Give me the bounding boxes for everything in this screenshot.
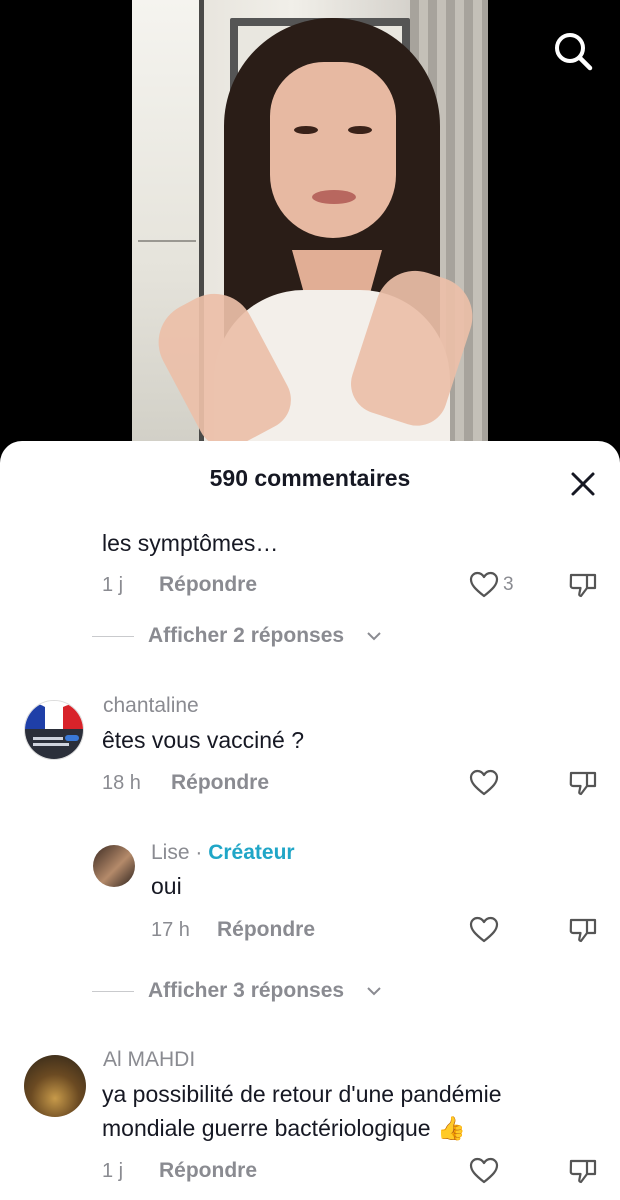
reply-username[interactable]: Lise bbox=[151, 841, 190, 864]
show-replies-button[interactable]: Afficher 3 réponses bbox=[92, 977, 392, 1007]
creator-badge: Créateur bbox=[208, 841, 295, 864]
like-count: 3 bbox=[503, 574, 514, 595]
comment-username[interactable]: chantaline bbox=[103, 693, 199, 719]
avatar[interactable] bbox=[24, 700, 84, 760]
thumbs-down-icon[interactable] bbox=[567, 1155, 599, 1187]
reply-button[interactable]: Répondre bbox=[171, 770, 269, 796]
comment-text-line: mondiale guerre bactériologique 👍 bbox=[102, 1115, 466, 1141]
reply-button[interactable]: Répondre bbox=[159, 572, 257, 598]
comments-count-title: 590 commentaires bbox=[209, 465, 411, 491]
heart-outline-icon[interactable] bbox=[468, 569, 500, 601]
close-icon bbox=[571, 472, 595, 496]
thumbs-down-icon[interactable] bbox=[567, 914, 599, 946]
heart-outline-icon[interactable] bbox=[468, 767, 500, 799]
left-eye bbox=[294, 126, 318, 134]
reply-text: oui bbox=[151, 873, 182, 899]
comments-sheet: 590 commentaires les symptômes… 1 j Répo… bbox=[0, 441, 620, 1200]
avatar[interactable] bbox=[93, 845, 135, 887]
comment-time: 18 h bbox=[102, 772, 141, 794]
search-button[interactable] bbox=[550, 28, 596, 74]
comment-time: 1 j bbox=[102, 1160, 124, 1182]
search-icon bbox=[555, 33, 593, 71]
reply-button[interactable]: Répondre bbox=[159, 1158, 257, 1184]
person-face bbox=[270, 62, 396, 238]
reply-button[interactable]: Répondre bbox=[217, 917, 315, 943]
comment-time: 1 j bbox=[102, 574, 124, 596]
thumbs-down-icon[interactable] bbox=[567, 569, 599, 601]
flag-avatar-image bbox=[25, 701, 83, 759]
comment-text: êtes vous vacciné ? bbox=[102, 727, 305, 753]
avatar[interactable] bbox=[24, 1055, 86, 1117]
reply-username-row: Lise · Créateur bbox=[151, 840, 295, 866]
separator-dot: · bbox=[195, 841, 203, 864]
comment-username[interactable]: Al MAHDI bbox=[103, 1047, 195, 1073]
divider-line bbox=[92, 991, 134, 992]
comment-text-line: ya possibilité de retour d'une pandémie bbox=[102, 1081, 502, 1107]
heart-outline-icon[interactable] bbox=[468, 1155, 500, 1187]
show-replies-label: Afficher 2 réponses bbox=[148, 624, 345, 647]
chevron-down-icon bbox=[367, 632, 381, 641]
show-replies-label: Afficher 3 réponses bbox=[148, 979, 345, 1002]
video-player[interactable] bbox=[0, 0, 620, 470]
mouth bbox=[312, 190, 356, 204]
right-eye bbox=[348, 126, 372, 134]
show-replies-button[interactable]: Afficher 2 réponses bbox=[92, 622, 392, 652]
reply-time: 17 h bbox=[151, 919, 190, 941]
divider-line bbox=[92, 636, 134, 637]
close-button[interactable] bbox=[566, 467, 600, 501]
comment-text: les symptômes… bbox=[102, 530, 279, 556]
chevron-down-icon bbox=[367, 987, 381, 996]
heart-outline-icon[interactable] bbox=[468, 914, 500, 946]
video-frame[interactable] bbox=[132, 0, 488, 470]
thumbs-down-icon[interactable] bbox=[567, 767, 599, 799]
